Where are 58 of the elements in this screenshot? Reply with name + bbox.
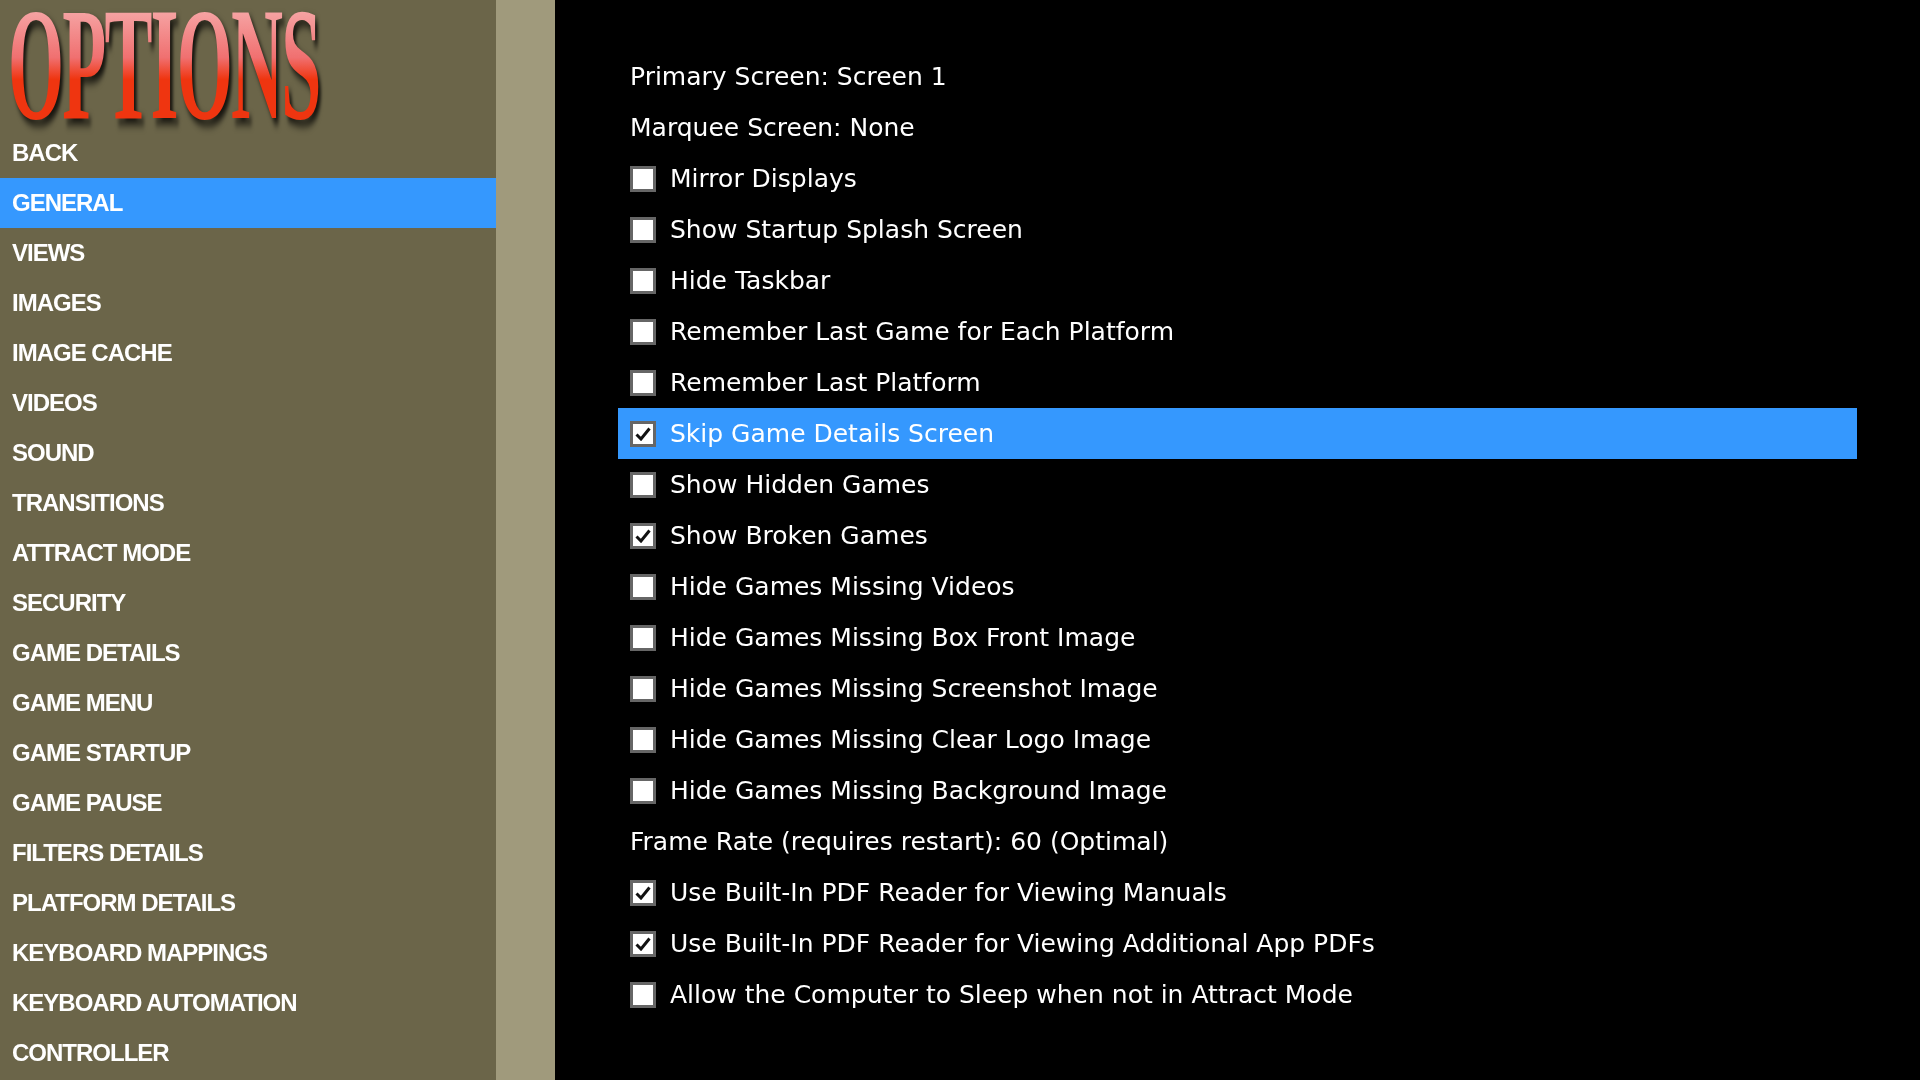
setting-label[interactable]: Primary Screen: Screen 1 (630, 62, 947, 91)
sidebar-item[interactable]: VIDEOS (0, 378, 496, 428)
checkbox[interactable] (630, 267, 656, 294)
checkmark-icon (635, 528, 651, 543)
sidebar-item[interactable]: SECURITY (0, 578, 496, 628)
sidebar-item[interactable]: GAME DETAILS (0, 628, 496, 678)
sidebar-item[interactable]: ATTRACT MODE (0, 528, 496, 578)
sidebar-item[interactable]: KEYBOARD AUTOMATION (0, 978, 496, 1028)
sidebar-item[interactable]: SOUND (0, 428, 496, 478)
checkbox-label[interactable]: Hide Taskbar (670, 266, 831, 295)
checkbox-label[interactable]: Mirror Displays (670, 164, 857, 193)
checkbox-label[interactable]: Hide Games Missing Box Front Image (670, 623, 1136, 652)
sidebar-item[interactable]: GAME STARTUP (0, 728, 496, 778)
checkbox[interactable] (630, 522, 656, 549)
checkmark-icon (635, 936, 651, 951)
checkbox-label[interactable]: Show Broken Games (670, 521, 928, 550)
sidebar-item[interactable]: VIEWS (0, 228, 496, 278)
checkbox[interactable] (630, 318, 656, 345)
checkbox[interactable] (630, 675, 656, 702)
checkbox-label[interactable]: Use Built-In PDF Reader for Viewing Manuals (670, 878, 1227, 907)
checkbox[interactable] (630, 624, 656, 651)
sidebar-item[interactable]: GENERAL (0, 178, 496, 228)
sidebar-item[interactable]: IMAGES (0, 278, 496, 328)
checkmark-icon (635, 885, 651, 900)
sidebar-item[interactable]: FILTERS DETAILS (0, 828, 496, 878)
sidebar-item[interactable]: KEYBOARD MAPPINGS (0, 928, 496, 978)
checkbox[interactable] (630, 165, 656, 192)
checkbox-label[interactable]: Show Startup Splash Screen (670, 215, 1023, 244)
setting-label[interactable]: Frame Rate (requires restart): 60 (Optimal) (630, 827, 1169, 856)
checkbox[interactable] (630, 930, 656, 957)
checkbox-label[interactable]: Hide Games Missing Videos (670, 572, 1015, 601)
sidebar-item[interactable]: IMAGE CACHE (0, 328, 496, 378)
checkbox-label[interactable]: Skip Game Details Screen (670, 419, 995, 448)
sidebar-item[interactable]: CONTROLLER (0, 1028, 496, 1078)
checkbox[interactable] (630, 981, 656, 1008)
sidebar-item[interactable]: GAME MENU (0, 678, 496, 728)
sidebar-item[interactable]: PLATFORM DETAILS (0, 878, 496, 928)
checkbox[interactable] (630, 726, 656, 753)
sidebar-item[interactable]: GAME PAUSE (0, 778, 496, 828)
sidebar-item[interactable]: TRANSITIONS (0, 478, 496, 528)
checkbox[interactable] (630, 777, 656, 804)
checkbox[interactable] (630, 216, 656, 243)
checkbox-label[interactable]: Allow the Computer to Sleep when not in Attract Mode (670, 980, 1353, 1009)
checkbox-label[interactable]: Show Hidden Games (670, 470, 930, 499)
checkbox-label[interactable]: Remember Last Platform (670, 368, 981, 397)
checkbox-label[interactable]: Hide Games Missing Clear Logo Image (670, 725, 1152, 754)
checkbox-label[interactable]: Hide Games Missing Screenshot Image (670, 674, 1158, 703)
checkmark-icon (635, 426, 651, 441)
checkbox-label[interactable]: Remember Last Game for Each Platform (670, 317, 1174, 346)
checkbox[interactable] (630, 420, 656, 447)
checkbox[interactable] (630, 879, 656, 906)
checkbox[interactable] (630, 573, 656, 600)
checkbox-label[interactable]: Hide Games Missing Background Image (670, 776, 1167, 805)
sidebar-item[interactable]: BACK (0, 128, 496, 178)
setting-label[interactable]: Marquee Screen: None (630, 113, 915, 142)
checkbox[interactable] (630, 471, 656, 498)
checkbox-label[interactable]: Use Built-In PDF Reader for Viewing Additional App PDFs (670, 929, 1375, 958)
checkbox[interactable] (630, 369, 656, 396)
